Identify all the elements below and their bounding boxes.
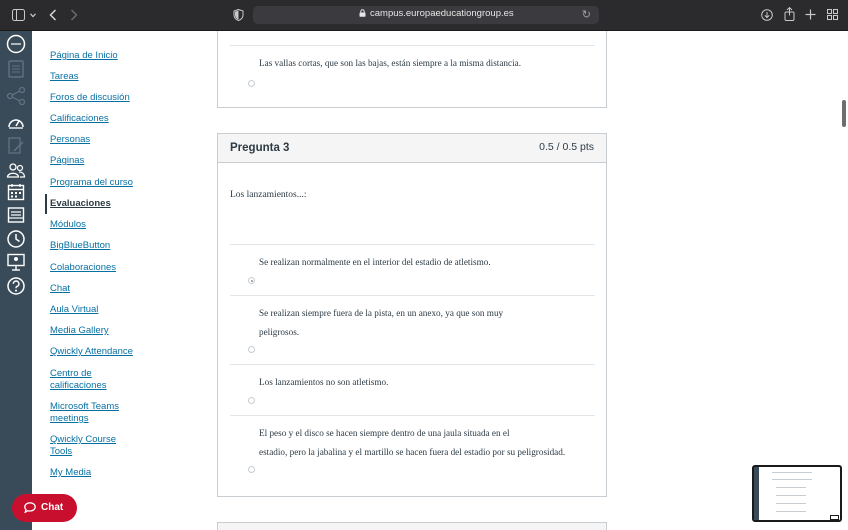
answer-radio-selected[interactable] xyxy=(248,277,255,284)
answer-line: El peso y el disco se hacen siempre dent… xyxy=(259,428,510,438)
screenshot-thumbnail[interactable] xyxy=(752,465,842,522)
sidebar-toggle-icon[interactable] xyxy=(12,9,25,21)
answer-radio[interactable] xyxy=(248,80,255,87)
nav-personas[interactable]: Personas xyxy=(50,134,150,146)
answer-divider xyxy=(230,45,595,46)
question-header: Pregunta 3 0.5 / 0.5 pts xyxy=(218,134,606,163)
help-icon[interactable] xyxy=(6,276,26,296)
nav-tareas[interactable]: Tareas xyxy=(50,71,150,83)
nav-programa-del-curso[interactable]: Programa del curso xyxy=(50,177,150,189)
nav-chat[interactable]: Chat xyxy=(50,283,150,295)
main-content: Las vallas cortas, que son las bajas, es… xyxy=(200,31,848,530)
answer-option[interactable]: Los lanzamientos no son atletismo. xyxy=(259,373,579,392)
calendar-icon[interactable] xyxy=(6,182,26,202)
shield-icon[interactable] xyxy=(233,9,244,21)
inbox-icon[interactable] xyxy=(6,205,26,225)
studio-icon[interactable] xyxy=(6,252,26,272)
nav-colaboraciones[interactable]: Colaboraciones xyxy=(50,262,150,274)
question-prompt: Los lanzamientos...: xyxy=(230,190,307,200)
answer-text: Las vallas cortas, que son las bajas, es… xyxy=(259,58,522,68)
answer-divider xyxy=(230,244,595,245)
global-navigation xyxy=(0,31,32,530)
answer-option[interactable]: Se realizan normalmente en el interior d… xyxy=(259,253,579,272)
thumbnail-frame xyxy=(830,515,839,520)
nav-calificaciones[interactable]: Calificaciones xyxy=(50,113,150,125)
thumbnail-nav xyxy=(754,467,759,520)
account-icon[interactable] xyxy=(6,34,26,54)
browser-toolbar: campus.europaeducationgroup.es ↻ xyxy=(0,0,848,31)
nav-paginas[interactable]: Páginas xyxy=(50,155,150,167)
plus-icon[interactable] xyxy=(805,9,816,20)
answer-radio[interactable] xyxy=(248,466,255,473)
assignment-icon[interactable] xyxy=(6,136,26,156)
question-title: Pregunta 3 xyxy=(230,142,290,154)
history-icon[interactable] xyxy=(6,229,26,249)
speedometer-icon[interactable] xyxy=(6,113,26,133)
nav-aula-virtual[interactable]: Aula Virtual xyxy=(50,304,150,316)
thumbnail-line xyxy=(776,503,806,504)
people-icon[interactable] xyxy=(6,161,26,181)
download-icon[interactable] xyxy=(761,9,773,21)
nav-foros-de-discusion[interactable]: Foros de discusión xyxy=(50,92,150,104)
answer-divider xyxy=(230,364,595,365)
nav-my-media[interactable]: My Media xyxy=(50,467,150,479)
answer-line: Se realizan siempre fuera de la pista, e… xyxy=(259,308,504,318)
answer-line: Se realizan normalmente en el interior d… xyxy=(259,257,491,267)
course-navigation: Página de Inicio Tareas Foros de discusi… xyxy=(32,31,200,530)
active-indicator xyxy=(45,194,47,214)
nav-evaluaciones[interactable]: Evaluaciones xyxy=(50,198,150,210)
answer-divider xyxy=(230,295,595,296)
nav-bigbluebutton[interactable]: BigBlueButton xyxy=(50,240,150,252)
dashboard-icon[interactable] xyxy=(6,59,26,79)
nav-pagina-de-inicio[interactable]: Página de Inicio xyxy=(50,50,150,62)
chevron-down-icon[interactable] xyxy=(30,13,36,18)
chat-button-label: Chat xyxy=(41,502,64,513)
chat-button[interactable]: Chat xyxy=(12,494,77,522)
thumbnail-line xyxy=(776,495,806,496)
question-points: 0.5 / 0.5 pts xyxy=(539,141,594,153)
thumbnail-line xyxy=(772,472,812,473)
nav-centro-de-calificaciones[interactable]: Centro de calificaciones xyxy=(50,368,120,392)
chat-bubble-icon xyxy=(24,502,36,513)
share-icon[interactable] xyxy=(784,7,795,21)
forward-icon[interactable] xyxy=(70,9,78,21)
nav-qwickly-course-tools[interactable]: Qwickly Course Tools xyxy=(50,434,125,458)
address-bar[interactable]: campus.europaeducationgroup.es ↻ xyxy=(253,6,599,24)
thumbnail-line xyxy=(772,479,812,480)
answer-line: estadio, pero la jabalina y el martillo … xyxy=(259,447,566,457)
nav-microsoft-teams-meetings[interactable]: Microsoft Teams meetings xyxy=(50,401,130,425)
nav-modulos[interactable]: Módulos xyxy=(50,219,150,231)
answer-divider xyxy=(230,415,595,416)
nav-media-gallery[interactable]: Media Gallery xyxy=(50,325,150,337)
answer-radio[interactable] xyxy=(248,346,255,353)
tab-grid-icon[interactable] xyxy=(827,9,838,20)
url-text: campus.europaeducationgroup.es xyxy=(370,8,514,19)
answer-option[interactable]: Se realizan siempre fuera de la pista, e… xyxy=(259,304,579,342)
page-scrollbar[interactable] xyxy=(842,100,846,127)
question-3-card: Pregunta 3 0.5 / 0.5 pts Los lanzamiento… xyxy=(217,133,607,497)
question-4-card xyxy=(217,522,607,530)
reload-icon[interactable]: ↻ xyxy=(582,8,591,21)
network-icon[interactable] xyxy=(6,86,26,106)
answer-radio[interactable] xyxy=(248,397,255,404)
answer-line: Los lanzamientos no son atletismo. xyxy=(259,377,389,387)
thumbnail-line xyxy=(776,487,806,488)
answer-option[interactable]: El peso y el disco se hacen siempre dent… xyxy=(259,424,599,462)
thumbnail-line xyxy=(776,511,806,512)
lock-icon xyxy=(359,9,366,17)
nav-qwickly-attendance[interactable]: Qwickly Attendance xyxy=(50,346,150,358)
back-icon[interactable] xyxy=(49,9,57,21)
question-2-card: Las vallas cortas, que son las bajas, es… xyxy=(217,31,607,108)
answer-line: peligrosos. xyxy=(259,327,300,337)
